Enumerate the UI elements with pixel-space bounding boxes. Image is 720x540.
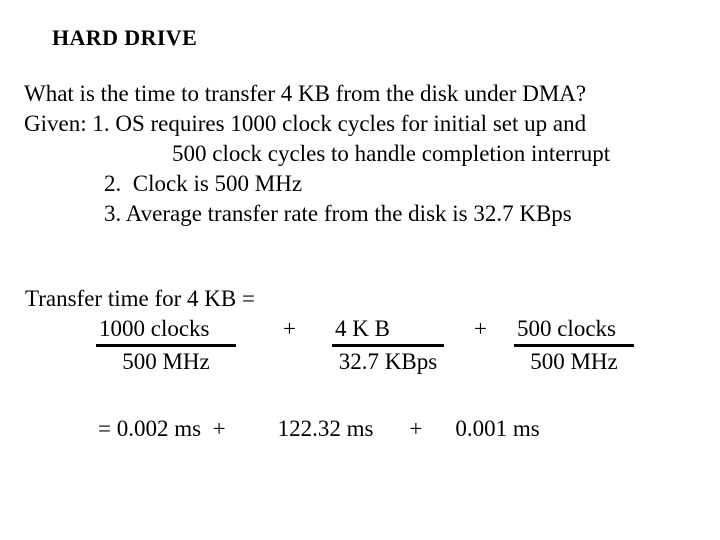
result-operator-1: + bbox=[212, 416, 226, 441]
fraction-term-1-numerator: 1000 clocks bbox=[96, 316, 236, 347]
problem-statement: What is the time to transfer 4 KB from t… bbox=[24, 79, 714, 229]
equation-intro: Transfer time for 4 KB = bbox=[25, 286, 255, 311]
result-row: = 0.002 ms + 122.32 ms + 0.001 ms bbox=[24, 415, 714, 443]
result-term-1: 0.002 ms bbox=[116, 416, 202, 441]
statement-line-given-2: 2. Clock is 500 MHz bbox=[104, 171, 303, 196]
fraction-term-3-denominator: 500 MHz bbox=[530, 349, 618, 374]
fraction-term-1-denominator: 500 MHz bbox=[122, 349, 210, 374]
fraction-term-2-numerator: 4 K B bbox=[331, 316, 444, 347]
result-operator-2: + bbox=[409, 416, 423, 441]
equation-operator-2: + bbox=[473, 316, 487, 341]
fraction-term-2-denominator: 32.7 KBps bbox=[338, 349, 438, 374]
fraction-term-1: 1000 clocks 500 MHz bbox=[96, 316, 236, 375]
equation-operator-1: + bbox=[283, 316, 296, 341]
fraction-term-2: 4 K B 32.7 KBps bbox=[331, 316, 444, 375]
statement-line-given-3: 3. Average transfer rate from the disk i… bbox=[104, 201, 572, 226]
slide-canvas: HARD DRIVE What is the time to transfer … bbox=[0, 0, 720, 540]
statement-line-given-1: Given: 1. OS requires 1000 clock cycles … bbox=[24, 111, 587, 136]
page-title: HARD DRIVE bbox=[52, 25, 198, 50]
result-equals-sign: = bbox=[98, 416, 111, 441]
result-term-2: 122.32 ms bbox=[277, 416, 374, 441]
fraction-term-3: 500 clocks 500 MHz bbox=[513, 316, 634, 375]
result-spacer-b bbox=[201, 415, 213, 443]
fraction-term-3-numerator: 500 clocks bbox=[513, 316, 634, 347]
statement-line-question: What is the time to transfer 4 KB from t… bbox=[24, 81, 587, 106]
result-term-3: 0.001 ms bbox=[455, 416, 540, 441]
statement-line-given-1-cont: 500 clock cycles to handle completion in… bbox=[172, 141, 611, 166]
equation-fraction-row: 1000 clocks 500 MHz + 4 K B 32.7 KBps + … bbox=[24, 316, 714, 375]
